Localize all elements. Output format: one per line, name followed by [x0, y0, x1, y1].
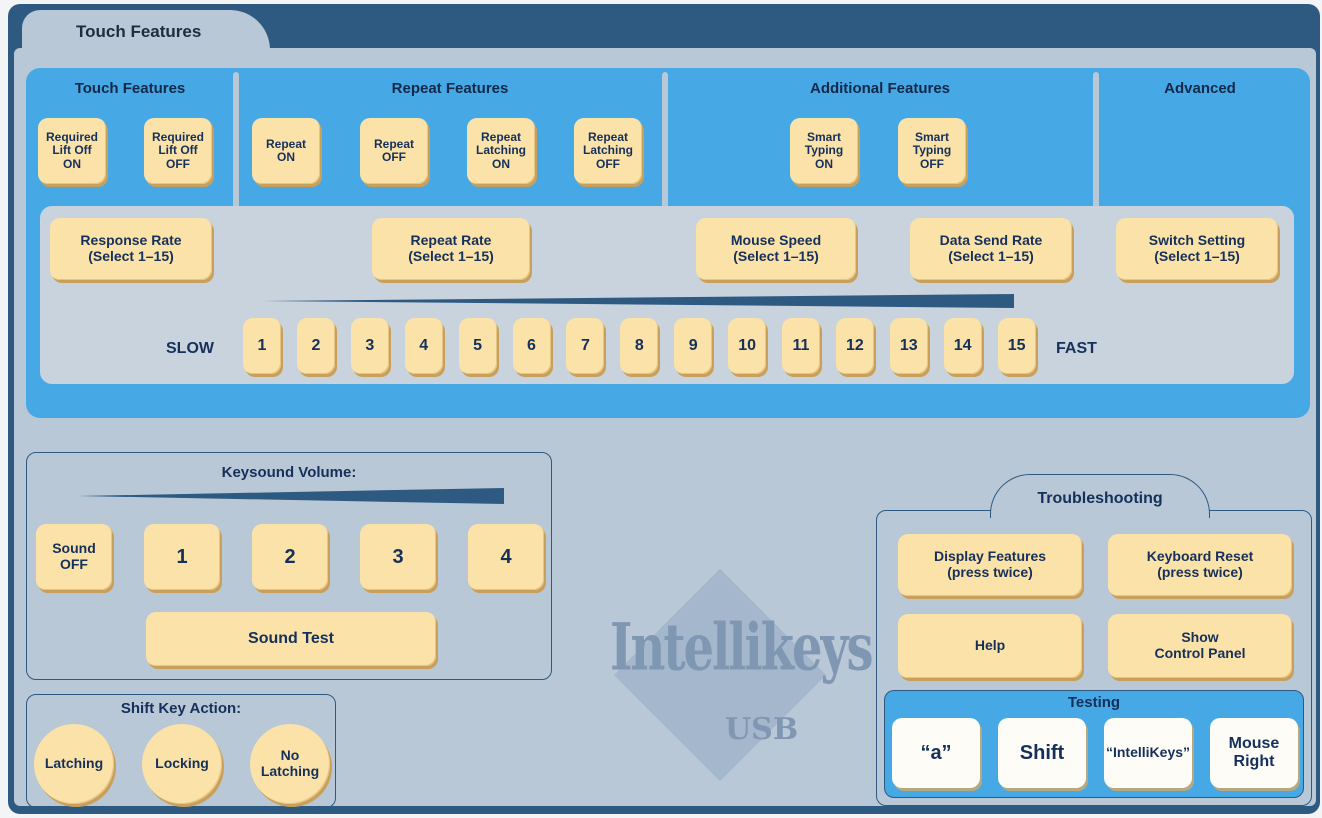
speed-level-8-button[interactable]: 8 — [620, 318, 659, 374]
smart-typing-on-button[interactable]: Smart Typing ON — [790, 118, 858, 184]
shift-title: Shift Key Action: — [120, 700, 242, 717]
speed-level-9-button[interactable]: 9 — [674, 318, 713, 374]
section-title-advanced: Advanced — [1164, 80, 1236, 97]
volume-level-2-button[interactable]: 2 — [252, 524, 328, 590]
repeat-on-button[interactable]: Repeat ON — [252, 118, 320, 184]
logo-brand-text: Intellikeys — [610, 610, 873, 686]
section-title-additional: Additional Features — [809, 80, 951, 97]
tab-title: Touch Features — [76, 22, 202, 41]
help-button[interactable]: Help — [898, 614, 1082, 678]
sound-off-button[interactable]: Sound OFF — [36, 524, 112, 590]
keyboard-reset-button[interactable]: Keyboard Reset (press twice) — [1108, 534, 1292, 596]
speed-level-11-button[interactable]: 11 — [782, 318, 820, 374]
speed-level-2-button[interactable]: 2 — [296, 318, 335, 374]
response-rate-button[interactable]: Response Rate (Select 1–15) — [50, 218, 212, 280]
switch-setting-button[interactable]: Switch Setting (Select 1–15) — [1116, 218, 1278, 280]
troubleshooting-title: Troubleshooting — [1037, 490, 1163, 507]
speed-level-14-button[interactable]: 14 — [943, 318, 982, 374]
volume-level-1-button[interactable]: 1 — [144, 524, 220, 590]
speed-level-5-button[interactable]: 5 — [458, 318, 497, 374]
speed-level-15-button[interactable]: 15 — [997, 318, 1036, 374]
mouse-speed-button[interactable]: Mouse Speed (Select 1–15) — [696, 218, 856, 280]
test-mouse-right-button[interactable]: Mouse Right — [1210, 718, 1298, 788]
data-send-rate-button[interactable]: Data Send Rate (Select 1–15) — [910, 218, 1072, 280]
show-control-panel-button[interactable]: Show Control Panel — [1108, 614, 1292, 678]
volume-level-4-button[interactable]: 4 — [468, 524, 544, 590]
test-a-button[interactable]: “a” — [892, 718, 980, 788]
required-lift-off-on-button[interactable]: Required Lift Off ON — [38, 118, 106, 184]
slow-label: SLOW — [166, 340, 214, 357]
speed-level-13-button[interactable]: 13 — [889, 318, 928, 374]
section-title-repeat: Repeat Features — [391, 80, 509, 97]
repeat-off-button[interactable]: Repeat OFF — [360, 118, 428, 184]
speed-level-7-button[interactable]: 7 — [566, 318, 605, 374]
logo-usb-text: USB — [725, 712, 799, 747]
required-lift-off-off-button[interactable]: Required Lift Off OFF — [144, 118, 212, 184]
latching-button[interactable]: Latching — [34, 724, 114, 804]
test-intellikeys-button[interactable]: “IntelliKeys” — [1104, 718, 1192, 788]
fast-label: FAST — [1056, 340, 1097, 357]
smart-typing-off-button[interactable]: Smart Typing OFF — [898, 118, 966, 184]
locking-button[interactable]: Locking — [142, 724, 222, 804]
sound-test-button[interactable]: Sound Test — [146, 612, 436, 666]
repeat-latching-on-button[interactable]: Repeat Latching ON — [467, 118, 535, 184]
repeat-latching-off-button[interactable]: Repeat Latching OFF — [574, 118, 642, 184]
repeat-rate-button[interactable]: Repeat Rate (Select 1–15) — [372, 218, 530, 280]
speed-level-4-button[interactable]: 4 — [404, 318, 443, 374]
section-title-touch: Touch Features — [74, 80, 186, 97]
test-shift-button[interactable]: Shift — [998, 718, 1086, 788]
speed-level-1-button[interactable]: 1 — [243, 318, 281, 374]
testing-title: Testing — [1067, 694, 1121, 711]
speed-level-6-button[interactable]: 6 — [512, 318, 551, 374]
volume-level-3-button[interactable]: 3 — [360, 524, 436, 590]
display-features-button[interactable]: Display Features (press twice) — [898, 534, 1082, 596]
no-latching-button[interactable]: No Latching — [250, 724, 330, 804]
speed-level-12-button[interactable]: 12 — [835, 318, 874, 374]
speed-level-3-button[interactable]: 3 — [350, 318, 389, 374]
keysound-title: Keysound Volume: — [221, 464, 357, 481]
speed-level-10-button[interactable]: 10 — [728, 318, 767, 374]
